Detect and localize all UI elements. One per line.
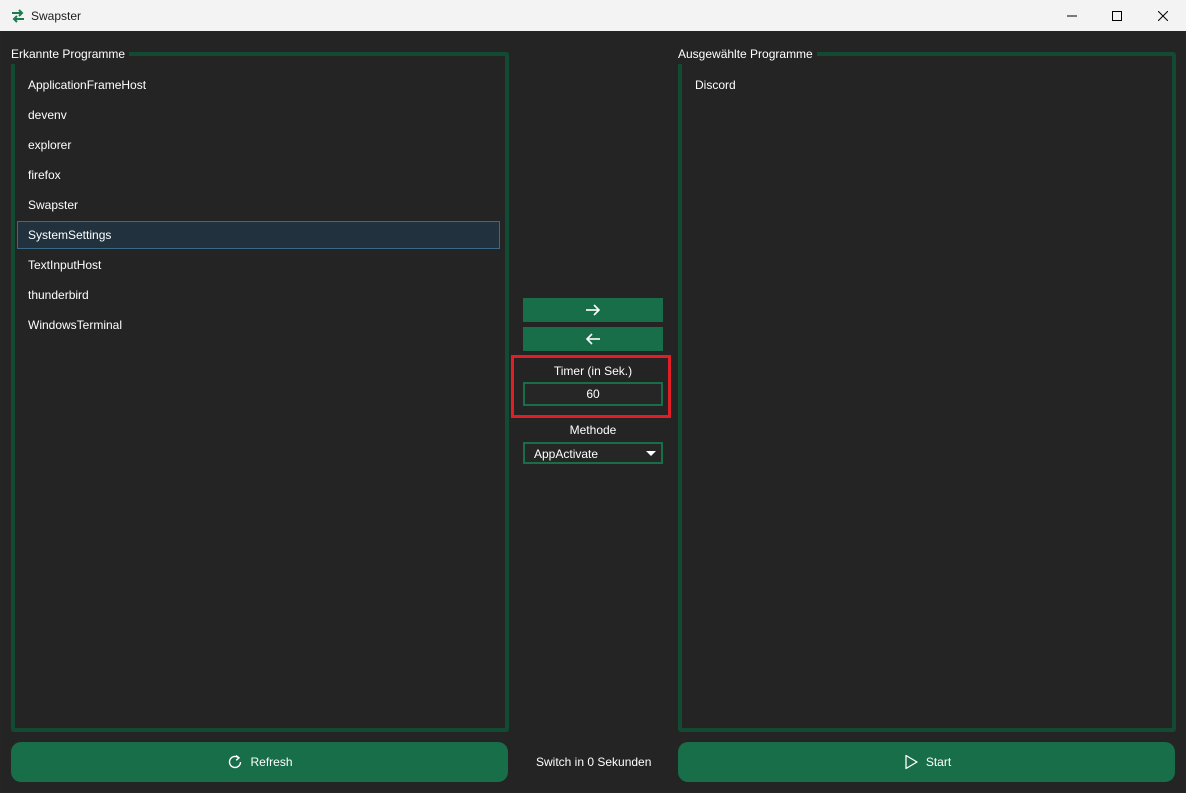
list-item[interactable]: SystemSettings	[17, 221, 500, 249]
chevron-down-icon	[646, 451, 656, 456]
minimize-button[interactable]	[1049, 0, 1095, 31]
refresh-button[interactable]: Refresh	[11, 742, 508, 782]
maximize-button[interactable]	[1094, 0, 1140, 31]
list-item[interactable]: firefox	[17, 161, 500, 189]
list-item[interactable]: TextInputHost	[17, 251, 500, 279]
method-select[interactable]: AppActivate	[523, 442, 663, 464]
list-item[interactable]: thunderbird	[17, 281, 500, 309]
timer-label: Timer (in Sek.)	[553, 364, 633, 378]
refresh-icon	[229, 754, 242, 769]
method-select-value: AppActivate	[534, 447, 599, 461]
swap-arrows-icon	[10, 8, 26, 24]
play-icon	[905, 754, 918, 770]
close-icon	[1158, 10, 1168, 21]
start-label: Start	[925, 755, 952, 769]
remove-program-button[interactable]	[523, 327, 663, 351]
list-item[interactable]: explorer	[17, 131, 500, 159]
list-item[interactable]: Discord	[684, 71, 1167, 99]
timer-input[interactable]	[523, 382, 663, 406]
window-title: Swapster	[31, 9, 82, 23]
list-item[interactable]: Swapster	[17, 191, 500, 219]
detected-programs-panel: Erkannte Programme ApplicationFrameHost d…	[11, 44, 509, 732]
client-area: Erkannte Programme ApplicationFrameHost d…	[1, 31, 1185, 792]
title-bar[interactable]: Swapster	[0, 0, 1186, 31]
arrow-right-icon	[586, 304, 601, 316]
list-item[interactable]: WindowsTerminal	[17, 311, 500, 339]
arrow-left-icon	[585, 333, 600, 345]
refresh-label: Refresh	[250, 755, 293, 769]
method-label: Methode	[569, 423, 617, 437]
detected-programs-title: Erkannte Programme	[11, 44, 130, 64]
selected-programs-panel: Ausgewählte Programme Discord	[678, 44, 1176, 732]
add-program-button[interactable]	[523, 298, 663, 322]
selected-programs-title: Ausgewählte Programme	[678, 44, 817, 64]
maximize-icon	[1112, 10, 1122, 21]
list-item[interactable]: devenv	[17, 101, 500, 129]
close-button[interactable]	[1140, 0, 1186, 31]
list-item[interactable]: ApplicationFrameHost	[17, 71, 500, 99]
start-button[interactable]: Start	[678, 742, 1175, 782]
switch-status-text: Switch in 0 Sekunden	[536, 755, 652, 769]
minimize-icon	[1067, 15, 1077, 16]
